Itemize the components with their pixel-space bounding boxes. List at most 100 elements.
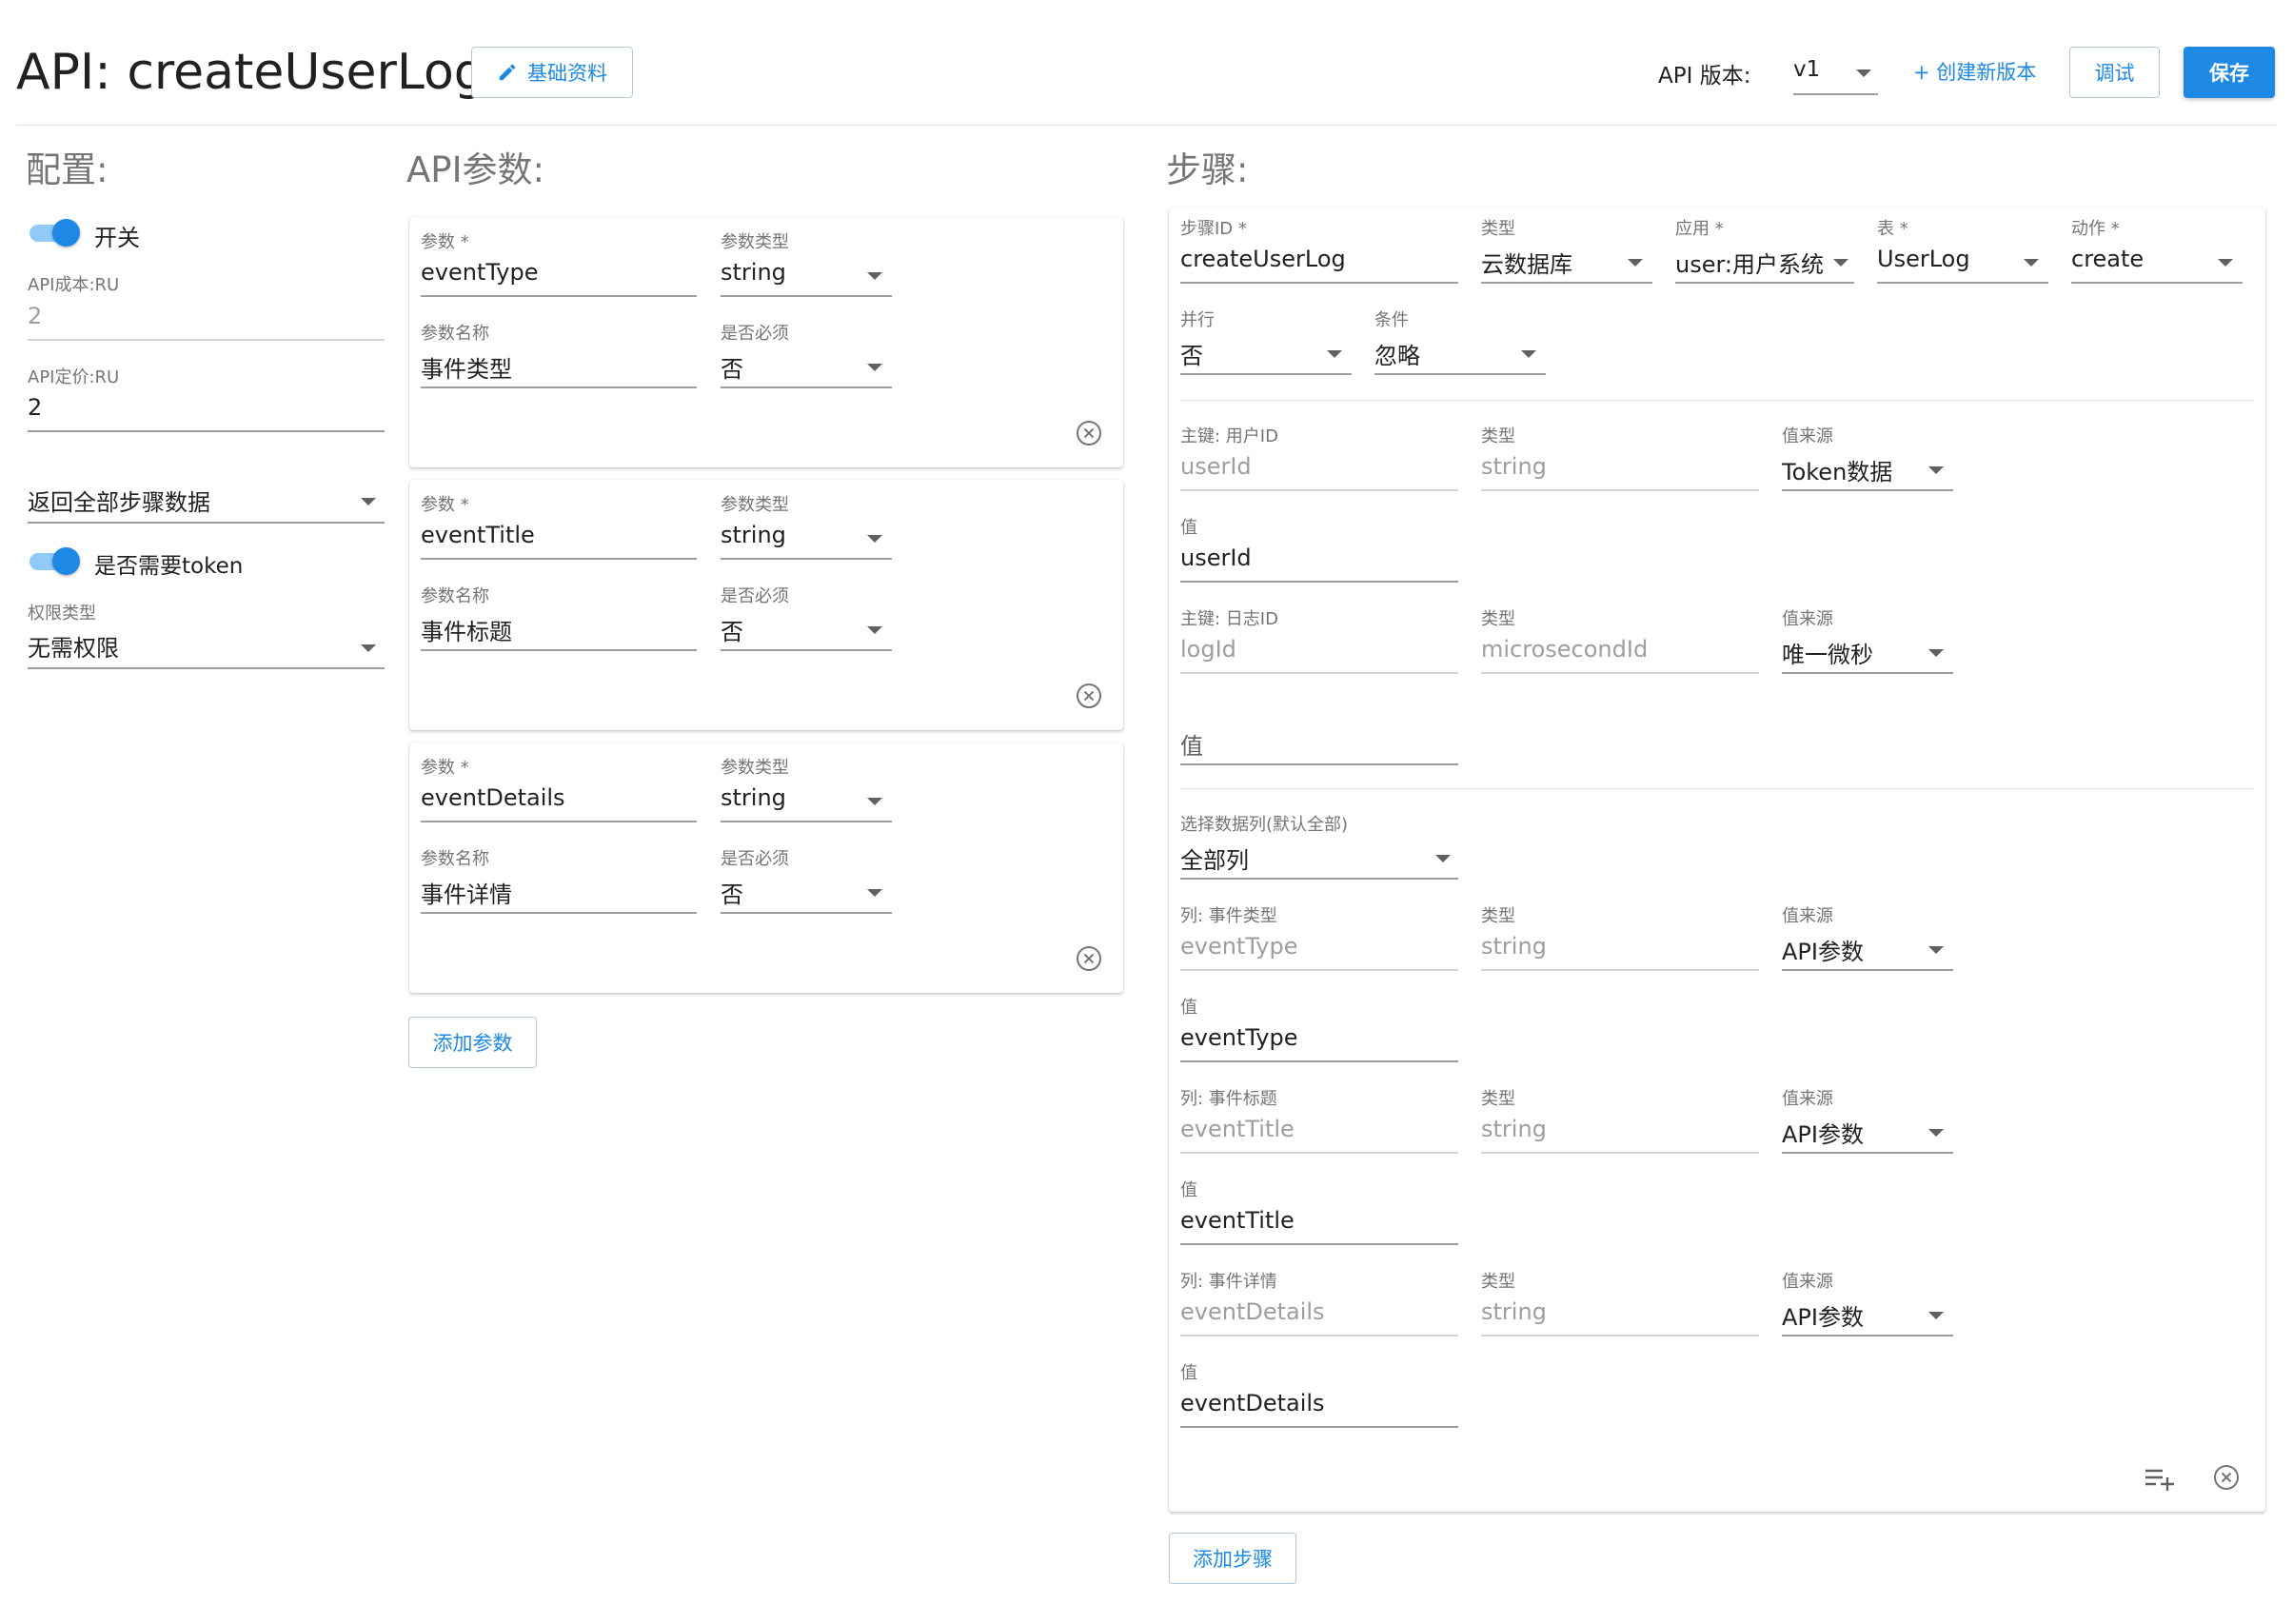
column-val-input[interactable]: eventType xyxy=(1180,1024,1297,1051)
param-required-label: 是否必须 xyxy=(721,849,789,869)
column-source-select[interactable]: API参数 xyxy=(1782,1295,1953,1337)
param-type-select[interactable]: string xyxy=(721,518,892,560)
version-value: v1 xyxy=(1793,57,1821,82)
param-input[interactable]: eventType xyxy=(421,259,538,286)
param-name-label: 参数名称 xyxy=(421,324,489,344)
column-type-underline xyxy=(1481,1335,1759,1337)
param-type-select[interactable]: string xyxy=(721,255,892,297)
step-action-select[interactable]: create xyxy=(2071,242,2243,284)
condition-select[interactable]: 忽略 xyxy=(1374,333,1546,375)
pk-user-label: 主键: 用户ID xyxy=(1180,426,1278,446)
param-type-label: 参数类型 xyxy=(721,232,789,252)
param-type-label: 参数类型 xyxy=(721,495,789,515)
save-button[interactable]: 保存 xyxy=(2184,47,2275,98)
param-type-select[interactable]: string xyxy=(721,781,892,822)
column-type-label: 类型 xyxy=(1481,1089,1515,1109)
close-circle-icon[interactable] xyxy=(1076,683,1102,709)
param-input[interactable]: eventDetails xyxy=(421,784,565,811)
param-label: 参数 * xyxy=(421,232,469,252)
step-table-underline xyxy=(1877,282,2048,284)
return-underline xyxy=(28,522,385,524)
chevron-down-icon xyxy=(1928,1312,1944,1319)
param-name-input[interactable]: 事件详情 xyxy=(421,876,512,909)
column-source-select[interactable]: API参数 xyxy=(1782,1112,1953,1154)
add-param-label: 添加参数 xyxy=(432,1032,513,1055)
create-version-button[interactable]: + 创建新版本 xyxy=(1913,57,2036,86)
column-source-select[interactable]: API参数 xyxy=(1782,929,1953,971)
close-circle-icon[interactable] xyxy=(1076,945,1102,972)
step-divider xyxy=(1180,788,2254,789)
param-input[interactable]: eventTitle xyxy=(421,522,535,548)
playlist-add-icon[interactable] xyxy=(2144,1464,2176,1493)
save-label: 保存 xyxy=(2209,62,2249,85)
config-section-title: 配置: xyxy=(26,149,109,190)
perm-select[interactable]: 无需权限 xyxy=(28,628,385,670)
price-input[interactable]: 2 xyxy=(28,394,42,421)
add-param-button[interactable]: 添加参数 xyxy=(408,1017,537,1068)
pk-user-type-value: string xyxy=(1481,453,1547,480)
column-label: 列: 事件类型 xyxy=(1180,906,1277,926)
token-toggle[interactable] xyxy=(28,545,81,576)
pk-log-val-input[interactable]: 值 xyxy=(1180,727,1203,761)
column-type-underline xyxy=(1481,1152,1759,1154)
cols-select[interactable]: 全部列 xyxy=(1180,838,1458,880)
toggle-knob xyxy=(52,219,80,247)
step-type-select[interactable]: 云数据库 xyxy=(1481,242,1652,284)
pk-log-type-label: 类型 xyxy=(1481,609,1515,629)
param-name-underline xyxy=(421,649,697,651)
close-circle-icon[interactable] xyxy=(2213,1464,2240,1491)
step-app-select[interactable]: user:用户系统 xyxy=(1675,242,1854,284)
column-source-underline xyxy=(1782,1152,1953,1154)
step-table-label: 表 * xyxy=(1877,219,1908,239)
steps-section-title: 步骤: xyxy=(1166,149,1249,190)
condition-underline xyxy=(1374,373,1546,375)
param-name-input[interactable]: 事件类型 xyxy=(421,350,512,384)
step-divider xyxy=(1180,400,2254,401)
pk-log-source-select[interactable]: 唯一微秒 xyxy=(1782,632,1953,674)
pk-log-source-label: 值来源 xyxy=(1782,609,1833,629)
chevron-down-icon xyxy=(1928,649,1944,657)
param-card: 参数 * eventTitle 参数类型 string 参数名称 事件标题 是否… xyxy=(409,480,1123,730)
enable-toggle[interactable] xyxy=(28,217,81,248)
chevron-down-icon xyxy=(867,364,882,371)
param-required-select[interactable]: 否 xyxy=(721,609,892,651)
parallel-select[interactable]: 否 xyxy=(1180,333,1352,375)
param-required-select[interactable]: 否 xyxy=(721,872,892,914)
basic-info-button[interactable]: 基础资料 xyxy=(471,47,633,98)
chevron-down-icon xyxy=(1435,855,1451,862)
chevron-down-icon xyxy=(867,798,882,805)
chevron-down-icon xyxy=(1928,1129,1944,1137)
param-name-input[interactable]: 事件标题 xyxy=(421,613,512,646)
step-table-value: UserLog xyxy=(1877,246,1970,272)
pk-log-source-underline xyxy=(1782,672,1953,674)
step-type-value: 云数据库 xyxy=(1481,251,1572,278)
column-val-label: 值 xyxy=(1180,998,1197,1018)
param-name-underline xyxy=(421,912,697,914)
version-select[interactable]: v1 xyxy=(1793,55,1878,95)
return-data-value: 返回全部步骤数据 xyxy=(28,489,210,516)
pk-log-value: logId xyxy=(1180,636,1236,663)
param-type-underline xyxy=(721,558,892,560)
column-source-underline xyxy=(1782,969,1953,971)
chevron-down-icon xyxy=(867,889,882,897)
column-val-input[interactable]: eventTitle xyxy=(1180,1207,1295,1234)
debug-label: 调试 xyxy=(2094,62,2135,85)
chevron-down-icon xyxy=(1521,350,1536,358)
step-id-input[interactable]: createUserLog xyxy=(1180,246,1346,272)
column-source-underline xyxy=(1782,1335,1953,1337)
step-action-label: 动作 * xyxy=(2071,219,2120,239)
column-val-input[interactable]: eventDetails xyxy=(1180,1390,1325,1416)
pk-user-val-input[interactable]: userId xyxy=(1180,545,1252,571)
param-required-select[interactable]: 否 xyxy=(721,347,892,388)
close-circle-icon[interactable] xyxy=(1076,420,1102,446)
debug-button[interactable]: 调试 xyxy=(2069,47,2160,98)
pk-user-source-select[interactable]: Token数据 xyxy=(1782,449,1953,491)
add-step-button[interactable]: 添加步骤 xyxy=(1169,1533,1296,1584)
param-type-value: string xyxy=(721,522,786,548)
column-val-underline xyxy=(1180,1243,1458,1245)
condition-value: 忽略 xyxy=(1374,343,1420,369)
step-id-label: 步骤ID * xyxy=(1180,219,1247,239)
return-data-select[interactable]: 返回全部步骤数据 xyxy=(28,481,385,525)
param-type-underline xyxy=(721,295,892,297)
step-table-select[interactable]: UserLog xyxy=(1877,242,2048,284)
